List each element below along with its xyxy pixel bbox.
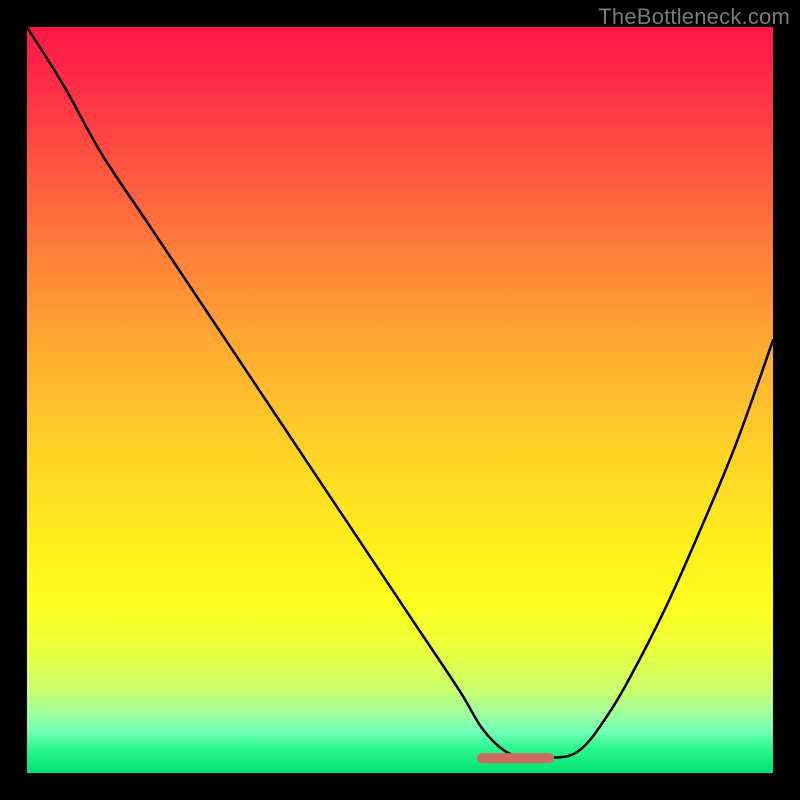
watermark-text: TheBottleneck.com — [598, 4, 790, 30]
bottleneck-curve-path — [27, 27, 773, 759]
bottleneck-curve-svg — [27, 27, 773, 773]
gradient-plot-area — [27, 27, 773, 773]
